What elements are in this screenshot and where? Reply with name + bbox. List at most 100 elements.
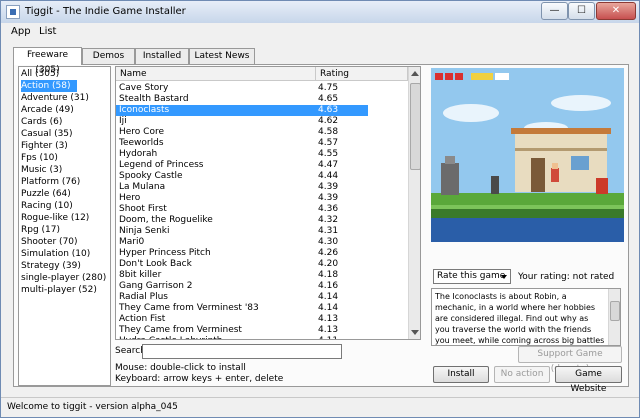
game-name: Shoot First (119, 204, 167, 214)
game-list[interactable]: Name Rating Cave Story 4.75 Stealth Bastar… (115, 66, 421, 340)
game-rating: 4.31 (318, 226, 339, 236)
menu-app[interactable]: App (11, 26, 31, 37)
table-row[interactable]: Spooky Castle 4.44 (116, 171, 368, 182)
table-row[interactable]: Hero 4.39 (116, 193, 368, 204)
game-name: La Mulana (119, 182, 166, 192)
category-item[interactable]: Shooter (70) (21, 236, 78, 248)
game-rating: 4.30 (318, 237, 339, 247)
game-rating: 4.16 (318, 281, 339, 291)
scroll-thumb[interactable] (410, 83, 420, 170)
tab-latest-news[interactable]: Latest News (2) (189, 48, 255, 76)
tab-freeware[interactable]: Freeware (305) (13, 47, 82, 75)
category-item[interactable]: Strategy (39) (21, 260, 81, 272)
game-rating: 4.47 (318, 160, 339, 170)
table-row[interactable]: They Came from Verminest 4.13 (116, 325, 368, 336)
table-row[interactable]: Teeworlds 4.57 (116, 138, 368, 149)
category-item[interactable]: Simulation (10) (21, 248, 90, 260)
no-action-button[interactable]: No action (494, 366, 550, 383)
table-row[interactable]: La Mulana 4.39 (116, 182, 368, 193)
chevron-down-icon (501, 275, 507, 279)
tab-installed[interactable]: Installed (0) (135, 48, 189, 76)
game-name: Hydra Castle Labyrinth (119, 336, 223, 339)
category-item[interactable]: Rpg (17) (21, 224, 60, 236)
table-row[interactable]: Radial Plus 4.14 (116, 292, 368, 303)
category-item[interactable]: Fighter (3) (21, 140, 68, 152)
description-scroll-thumb[interactable] (610, 301, 620, 321)
close-icon: ✕ (611, 5, 621, 16)
maximize-button[interactable]: ☐ (568, 2, 595, 20)
category-item[interactable]: Fps (10) (21, 152, 58, 164)
game-description[interactable]: The Iconoclasts is about Robin, a mechan… (431, 288, 621, 346)
maximize-icon: ☐ (577, 5, 586, 16)
game-name: Hyper Princess Pitch (119, 248, 211, 258)
table-row[interactable]: Hydorah 4.55 (116, 149, 368, 160)
category-item[interactable]: Racing (10) (21, 200, 73, 212)
table-row[interactable]: Hyper Princess Pitch 4.26 (116, 248, 368, 259)
category-item[interactable]: Arcade (49) (21, 104, 74, 116)
category-list[interactable]: All (305)Action (58)Adventure (31)Arcade… (18, 66, 111, 386)
description-text: The Iconoclasts is about Robin, a mechan… (435, 292, 605, 345)
table-row[interactable]: 8bit killer 4.18 (116, 270, 368, 281)
table-row[interactable]: Iconoclasts 4.63 (116, 105, 368, 116)
table-row[interactable]: Ninja Senki 4.31 (116, 226, 368, 237)
scroll-down-icon[interactable] (411, 330, 419, 335)
search-input[interactable] (142, 344, 342, 359)
table-row[interactable]: They Came from Verminest '83 4.14 (116, 303, 368, 314)
rate-game-select[interactable]: Rate this game (433, 269, 511, 284)
scroll-up-icon[interactable] (411, 71, 419, 76)
minimize-button[interactable]: — (541, 2, 568, 20)
game-rating: 4.62 (318, 116, 339, 126)
game-rating: 4.20 (318, 259, 339, 269)
table-row[interactable]: Legend of Princess 4.47 (116, 160, 368, 171)
table-row[interactable]: Hydra Castle Labyrinth 4.11 (116, 336, 368, 339)
game-website-button[interactable]: Game Website (555, 366, 622, 394)
category-item[interactable]: Music (3) (21, 164, 62, 176)
column-header-rating[interactable]: Rating (316, 67, 408, 81)
column-header-name[interactable]: Name (116, 67, 316, 81)
table-row[interactable]: Shoot First 4.36 (116, 204, 368, 215)
game-list-scrollbar[interactable] (408, 67, 420, 339)
category-item[interactable]: single-player (280) (21, 272, 106, 284)
category-item[interactable]: Puzzle (64) (21, 188, 71, 200)
game-name: They Came from Verminest '83 (119, 303, 259, 313)
category-item[interactable]: Rogue-like (12) (21, 212, 89, 224)
category-item[interactable]: Adventure (31) (21, 92, 89, 104)
table-row[interactable]: Don't Look Back 4.20 (116, 259, 368, 270)
support-game-button[interactable]: Support Game (donate) (518, 346, 622, 374)
table-row[interactable]: Action Fist 4.13 (116, 314, 368, 325)
category-item[interactable]: multi-player (52) (21, 284, 97, 296)
category-item[interactable]: Action (58) (21, 80, 77, 92)
close-button[interactable]: ✕ (596, 2, 636, 20)
your-rating-label: Your rating: not rated (518, 272, 615, 282)
table-row[interactable]: Gang Garrison 2 4.16 (116, 281, 368, 292)
tab-panel: All (305)Action (58)Adventure (31)Arcade… (13, 64, 629, 394)
table-row[interactable]: Cave Story 4.75 (116, 83, 368, 94)
score-icon (471, 73, 509, 80)
table-row[interactable]: Hero Core 4.58 (116, 127, 368, 138)
app-icon (6, 5, 20, 19)
game-name: Legend of Princess (119, 160, 204, 170)
table-row[interactable]: Stealth Bastard 4.65 (116, 94, 368, 105)
category-item[interactable]: Platform (76) (21, 176, 80, 188)
game-name: Stealth Bastard (119, 94, 189, 104)
title-bar[interactable]: Tiggit - The Indie Game Installer — ☐ ✕ (1, 1, 639, 23)
game-rating: 4.14 (318, 303, 339, 313)
game-name: Radial Plus (119, 292, 168, 302)
table-row[interactable]: Mari0 4.30 (116, 237, 368, 248)
window-title: Tiggit - The Indie Game Installer (25, 6, 186, 17)
game-name: Gang Garrison 2 (119, 281, 193, 291)
game-rating: 4.75 (318, 83, 339, 93)
description-scrollbar[interactable] (608, 289, 620, 345)
table-row[interactable]: Doom, the Roguelike 4.32 (116, 215, 368, 226)
tab-demos[interactable]: Demos (31) (82, 48, 135, 76)
category-item[interactable]: Casual (35) (21, 128, 73, 140)
game-rating: 4.32 (318, 215, 339, 225)
table-row[interactable]: Iji 4.62 (116, 116, 368, 127)
game-name: Don't Look Back (119, 259, 192, 269)
install-button[interactable]: Install (433, 366, 489, 383)
category-item[interactable]: Cards (6) (21, 116, 62, 128)
game-name: 8bit killer (119, 270, 162, 280)
menu-list[interactable]: List (39, 26, 56, 37)
app-window: Tiggit - The Indie Game Installer — ☐ ✕ … (0, 0, 640, 418)
game-rating: 4.18 (318, 270, 339, 280)
